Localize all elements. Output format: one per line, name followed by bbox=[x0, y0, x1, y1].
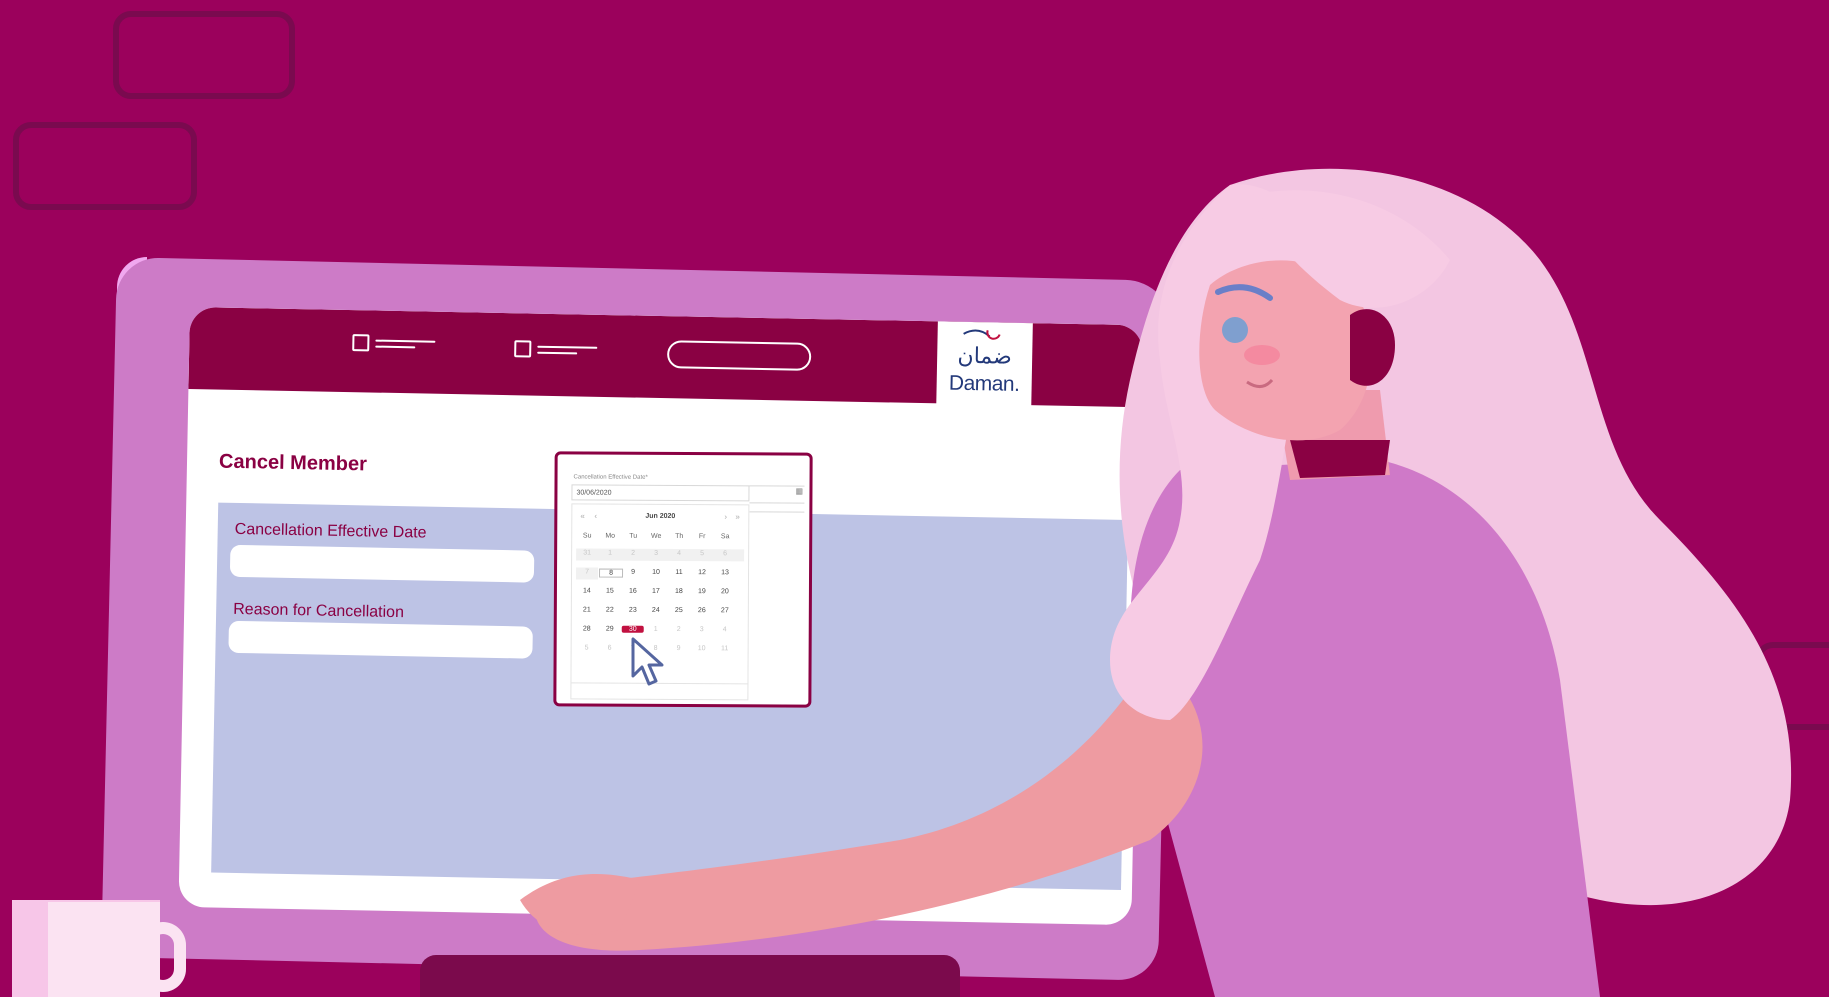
arm bbox=[534, 660, 1203, 951]
woman-illustration bbox=[520, 168, 1792, 997]
illustration-scene: ضمان Daman. Cancel Member Cancellation E… bbox=[0, 0, 1829, 997]
collar bbox=[1290, 440, 1390, 478]
eye bbox=[1222, 317, 1248, 343]
cheek bbox=[1244, 345, 1280, 365]
